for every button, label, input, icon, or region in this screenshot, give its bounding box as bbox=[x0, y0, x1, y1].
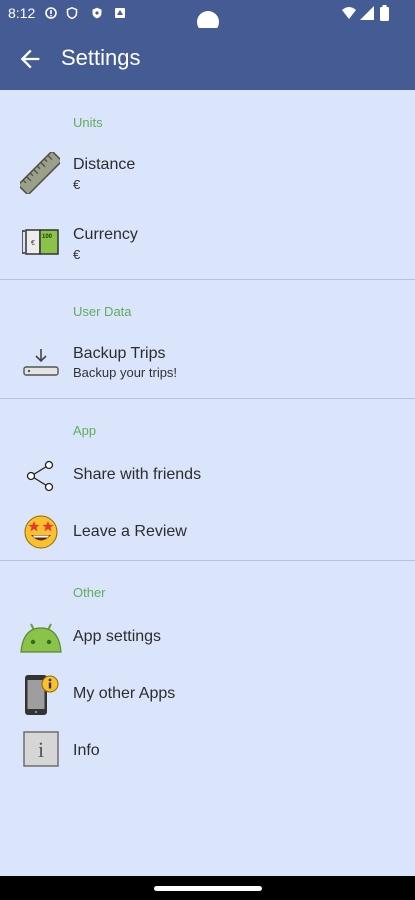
setting-item-review[interactable]: Leave a Review bbox=[0, 507, 415, 557]
navigation-bar bbox=[0, 876, 415, 900]
phone-info-icon bbox=[25, 675, 59, 715]
setting-item-share[interactable]: Share with friends bbox=[0, 450, 415, 500]
alert-circle-icon bbox=[45, 7, 57, 19]
home-gesture-handle[interactable] bbox=[154, 886, 262, 891]
wifi-icon bbox=[342, 7, 356, 19]
storage-icon bbox=[115, 8, 125, 18]
section-divider bbox=[0, 560, 415, 561]
section-header-user-data: User Data bbox=[73, 304, 132, 319]
section-header-units: Units bbox=[73, 115, 103, 130]
info-box-glyph: i bbox=[38, 737, 44, 762]
svg-text:€: € bbox=[31, 240, 35, 247]
signal-icon bbox=[360, 6, 374, 20]
banknote-icon: € 100 bbox=[22, 229, 59, 255]
banknote-value-text: 100 bbox=[42, 234, 53, 240]
section-divider bbox=[0, 398, 415, 399]
page-title: Settings bbox=[61, 45, 141, 70]
share-icon bbox=[26, 460, 54, 492]
setting-value-currency: € bbox=[73, 247, 81, 262]
setting-value-distance: € bbox=[73, 177, 81, 192]
setting-label-backup: Backup Trips bbox=[73, 345, 166, 362]
setting-label-distance: Distance bbox=[73, 156, 136, 173]
star-eyes-emoji-icon bbox=[24, 515, 58, 549]
setting-item-info[interactable]: i Info bbox=[0, 725, 415, 777]
battery-icon bbox=[380, 5, 389, 21]
shield-icon bbox=[66, 7, 78, 19]
setting-label-other-apps: My other Apps bbox=[73, 685, 176, 702]
setting-label-review: Leave a Review bbox=[73, 523, 187, 540]
setting-item-app-settings[interactable]: App settings bbox=[0, 612, 415, 664]
download-tray-icon bbox=[23, 349, 59, 376]
setting-label-app-settings: App settings bbox=[73, 628, 162, 645]
setting-description-backup: Backup your trips! bbox=[73, 365, 178, 380]
section-divider bbox=[0, 279, 415, 280]
info-box-icon: i bbox=[23, 731, 59, 767]
ruler-icon bbox=[20, 152, 60, 194]
section-header-app: App bbox=[73, 423, 97, 438]
android-icon bbox=[20, 623, 62, 653]
app-bar: Settings bbox=[0, 28, 415, 90]
setting-label-share: Share with friends bbox=[73, 466, 202, 483]
vpn-shield-icon bbox=[92, 7, 102, 19]
setting-item-distance[interactable]: Distance € bbox=[0, 140, 415, 206]
setting-item-backup[interactable]: Backup Trips Backup your trips! bbox=[0, 330, 415, 396]
setting-label-currency: Currency bbox=[73, 226, 138, 243]
setting-item-currency[interactable]: € 100 Currency € bbox=[0, 210, 415, 276]
section-header-other: Other bbox=[73, 585, 106, 600]
setting-label-info: Info bbox=[73, 742, 100, 759]
status-time: 8:12 bbox=[8, 5, 36, 21]
setting-item-other-apps[interactable]: My other Apps bbox=[0, 668, 415, 720]
arrow-back-icon[interactable] bbox=[16, 45, 44, 73]
